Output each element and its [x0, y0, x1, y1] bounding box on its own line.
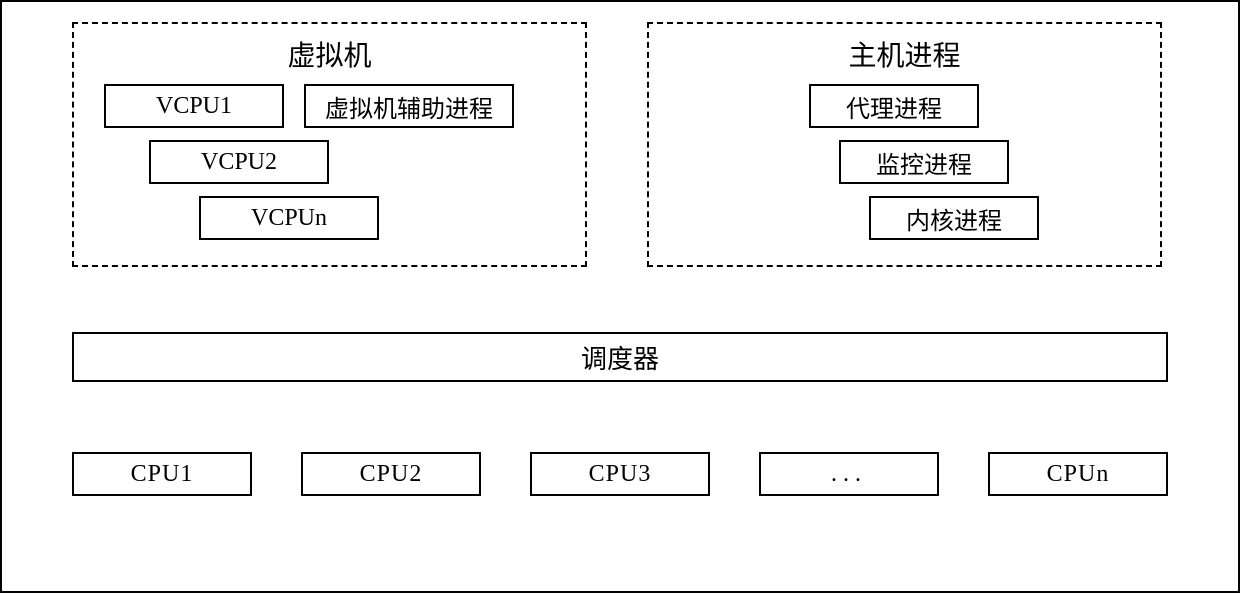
- host-title: 主机进程: [669, 34, 1140, 74]
- proxy-process-box: 代理进程: [809, 84, 979, 128]
- cpu3-box: CPU3: [530, 452, 710, 496]
- vcpu2-box: VCPU2: [149, 140, 329, 184]
- vcpun-box: VCPUn: [199, 196, 379, 240]
- cpu-row: CPU1 CPU2 CPU3 ... CPUn: [72, 452, 1168, 496]
- host-panel: 主机进程 代理进程 监控进程 内核进程: [647, 22, 1162, 267]
- scheduler-box: 调度器: [72, 332, 1168, 382]
- vm-panel: 虚拟机 VCPU1 虚拟机辅助进程 VCPU2 VCPUn: [72, 22, 587, 267]
- vm-row1: VCPU1 虚拟机辅助进程: [104, 84, 565, 128]
- cpu1-box: CPU1: [72, 452, 252, 496]
- kernel-process-box: 内核进程: [869, 196, 1039, 240]
- vm-title: 虚拟机: [94, 34, 565, 74]
- vm-helper-box: 虚拟机辅助进程: [304, 84, 514, 128]
- cpun-box: CPUn: [988, 452, 1168, 496]
- system-diagram: 虚拟机 VCPU1 虚拟机辅助进程 VCPU2 VCPUn 主机进程 代理进程 …: [0, 0, 1240, 593]
- top-row: 虚拟机 VCPU1 虚拟机辅助进程 VCPU2 VCPUn 主机进程 代理进程 …: [2, 2, 1238, 267]
- monitor-process-box: 监控进程: [839, 140, 1009, 184]
- cpu2-box: CPU2: [301, 452, 481, 496]
- vcpu1-box: VCPU1: [104, 84, 284, 128]
- cpu-dots-box: ...: [759, 452, 939, 496]
